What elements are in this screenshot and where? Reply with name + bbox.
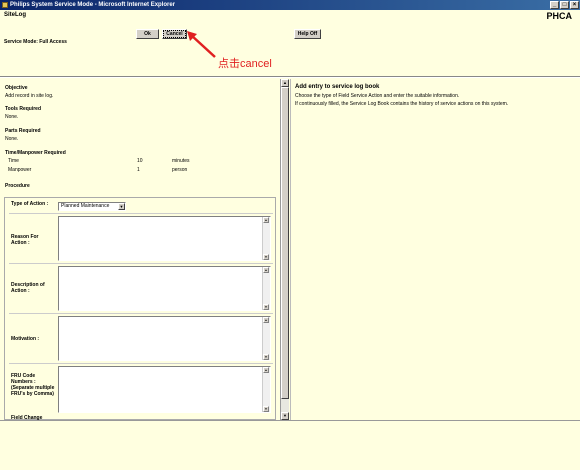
help-line-1: Choose the type of Field Service Action … bbox=[295, 93, 460, 99]
close-button[interactable]: × bbox=[570, 1, 579, 9]
scroll-down-icon[interactable]: ▼ bbox=[263, 354, 269, 360]
annotation-arrow-icon bbox=[187, 31, 216, 58]
help-heading: Add entry to service log book bbox=[295, 84, 380, 90]
scroll-down-icon[interactable]: ▼ bbox=[263, 254, 269, 260]
scroll-down-icon[interactable]: ▼ bbox=[263, 304, 269, 310]
objective-heading: Objective bbox=[5, 85, 28, 91]
panel-scrollbar[interactable]: ▲ ▼ bbox=[280, 79, 289, 420]
motivation-label: Motivation : bbox=[11, 336, 40, 342]
service-mode-label: Service Mode: Full Access bbox=[4, 39, 67, 45]
scroll-down-icon[interactable]: ▼ bbox=[281, 412, 289, 420]
parts-text: None. bbox=[5, 136, 19, 142]
tools-text: None. bbox=[5, 114, 19, 120]
annotation-text: 点击cancel bbox=[218, 58, 272, 70]
description-textarea[interactable]: ▲ ▼ bbox=[58, 266, 271, 311]
objective-text: Add record in site log. bbox=[5, 93, 54, 99]
scroll-up-icon[interactable]: ▲ bbox=[263, 317, 269, 323]
help-off-button[interactable]: Help Off bbox=[294, 29, 321, 39]
scroll-up-icon[interactable]: ▲ bbox=[263, 367, 269, 373]
scroll-up-icon[interactable]: ▲ bbox=[263, 267, 269, 273]
window-titlebar: Philips System Service Mode - Microsoft … bbox=[0, 0, 580, 10]
scrollbar[interactable]: ▲ ▼ bbox=[262, 217, 270, 260]
help-line-2: If continuously filled, the Service Log … bbox=[295, 101, 509, 107]
row-divider bbox=[9, 363, 273, 364]
procedure-heading: Procedure bbox=[5, 183, 30, 189]
ok-button[interactable]: Ok bbox=[136, 29, 159, 39]
scrollbar[interactable]: ▲ ▼ bbox=[262, 367, 270, 412]
chevron-down-icon[interactable]: ▼ bbox=[118, 203, 125, 210]
type-of-action-value: Planned Maintenance bbox=[61, 203, 110, 209]
manpower-label: Manpower bbox=[8, 167, 32, 173]
reason-label: Reason For Action : bbox=[11, 234, 39, 246]
brand-label: PHCA bbox=[546, 11, 572, 21]
time-unit: minutes bbox=[172, 158, 190, 164]
help-panel: Add entry to service log book Choose the… bbox=[290, 79, 580, 420]
manpower-value: 1 bbox=[137, 167, 140, 173]
log-entry-form: Type of Action : Planned Maintenance ▼ R… bbox=[4, 197, 276, 421]
fru-label: FRU Code Numbers : (Separate multiple FR… bbox=[11, 373, 55, 397]
cancel-button[interactable]: Cancel bbox=[162, 29, 187, 39]
time-label: Time bbox=[8, 158, 19, 164]
row-divider bbox=[9, 313, 273, 314]
parts-heading: Parts Required bbox=[5, 128, 41, 134]
type-of-action-select[interactable]: Planned Maintenance ▼ bbox=[58, 202, 126, 211]
row-divider bbox=[9, 213, 273, 214]
status-area bbox=[0, 420, 580, 470]
motivation-textarea[interactable]: ▲ ▼ bbox=[58, 316, 271, 361]
page-title: SiteLog bbox=[4, 12, 26, 18]
scroll-thumb[interactable] bbox=[281, 87, 289, 399]
manpower-unit: person bbox=[172, 167, 188, 173]
header-divider bbox=[0, 76, 580, 78]
scrollbar[interactable]: ▲ ▼ bbox=[262, 317, 270, 360]
reason-textarea[interactable]: ▲ ▼ bbox=[58, 216, 271, 261]
type-of-action-label: Type of Action : bbox=[11, 201, 49, 207]
scroll-down-icon[interactable]: ▼ bbox=[263, 406, 269, 412]
scrollbar[interactable]: ▲ ▼ bbox=[262, 267, 270, 310]
description-label: Description of Action : bbox=[11, 282, 45, 294]
scroll-up-icon[interactable]: ▲ bbox=[263, 217, 269, 223]
time-value: 10 bbox=[137, 158, 143, 164]
scroll-up-icon[interactable]: ▲ bbox=[281, 79, 289, 87]
fru-textarea[interactable]: ▲ ▼ bbox=[58, 366, 271, 413]
maximize-button[interactable]: □ bbox=[560, 1, 569, 9]
time-heading: Time/Manpower Required bbox=[5, 150, 66, 156]
row-divider bbox=[9, 263, 273, 264]
minimize-button[interactable]: _ bbox=[550, 1, 559, 9]
tools-heading: Tools Required bbox=[5, 106, 42, 112]
window-title: Philips System Service Mode - Microsoft … bbox=[10, 2, 176, 8]
app-icon bbox=[2, 2, 8, 8]
